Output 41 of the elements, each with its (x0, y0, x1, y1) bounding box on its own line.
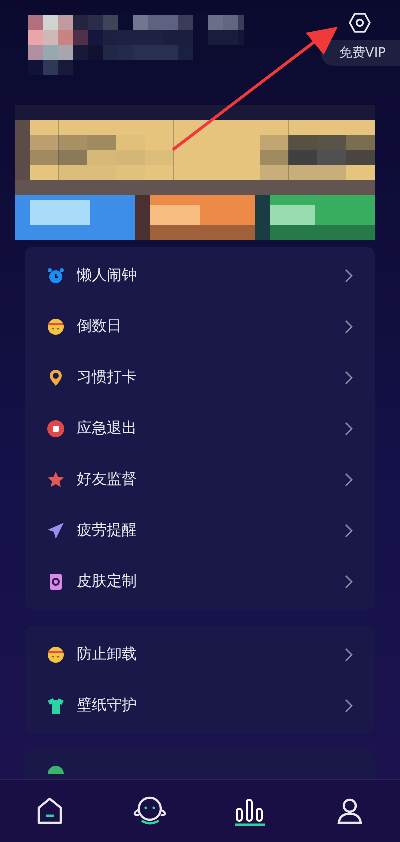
menu-item-label: 壁纸守护 (77, 696, 138, 715)
star-icon (47, 470, 65, 488)
chevron-right-icon (345, 648, 353, 662)
menu-item[interactable]: 防止卸载 (25, 629, 375, 680)
emoji-face-icon (47, 318, 65, 336)
menu-item-label: 倒数日 (77, 317, 123, 336)
menu-item[interactable]: 应急退出 (25, 403, 375, 454)
settings-icon[interactable] (348, 11, 372, 35)
location-pin-icon (47, 368, 65, 386)
home-icon (36, 796, 64, 826)
profile-icon (335, 796, 365, 826)
menu-item-label: 应急退出 (77, 419, 138, 438)
menu-item[interactable]: 习惯打卡 (25, 352, 375, 403)
menu-item-label: 皮肤定制 (77, 572, 138, 591)
menu-item[interactable]: 懒人闹钟 (25, 250, 375, 301)
menu-item-label: 好友监督 (77, 470, 138, 489)
chevron-right-icon (345, 472, 353, 486)
t-shirt-icon (47, 696, 65, 714)
menu-item[interactable]: 壁纸守护 (25, 680, 375, 731)
free-vip-button[interactable]: 免费VIP (321, 40, 400, 66)
menu-item-label: 懒人闹钟 (77, 266, 138, 285)
chevron-right-icon (345, 320, 353, 334)
chevron-right-icon (345, 422, 353, 436)
chevron-right-icon (345, 268, 353, 282)
stop-icon (47, 420, 65, 438)
menu-item[interactable]: 皮肤定制 (25, 556, 375, 607)
menu-item-label: 疲劳提醒 (77, 521, 138, 540)
chevron-right-icon (345, 574, 353, 588)
planet-icon (131, 795, 169, 827)
phone-skin-icon (47, 572, 65, 590)
emoji-face-icon (47, 646, 65, 664)
chevron-right-icon (345, 370, 353, 384)
paper-plane-icon (47, 522, 65, 540)
chevron-right-icon (345, 524, 353, 538)
menu-item[interactable]: 好友监督 (25, 454, 375, 505)
menu-item[interactable]: 疲劳提醒 (25, 505, 375, 556)
menu-item-label: 习惯打卡 (77, 368, 138, 387)
menu-item[interactable]: 倒数日 (25, 301, 375, 352)
menu-item-label: 防止卸载 (77, 645, 138, 664)
chevron-right-icon (345, 698, 353, 712)
alarm-clock-icon (47, 266, 65, 284)
